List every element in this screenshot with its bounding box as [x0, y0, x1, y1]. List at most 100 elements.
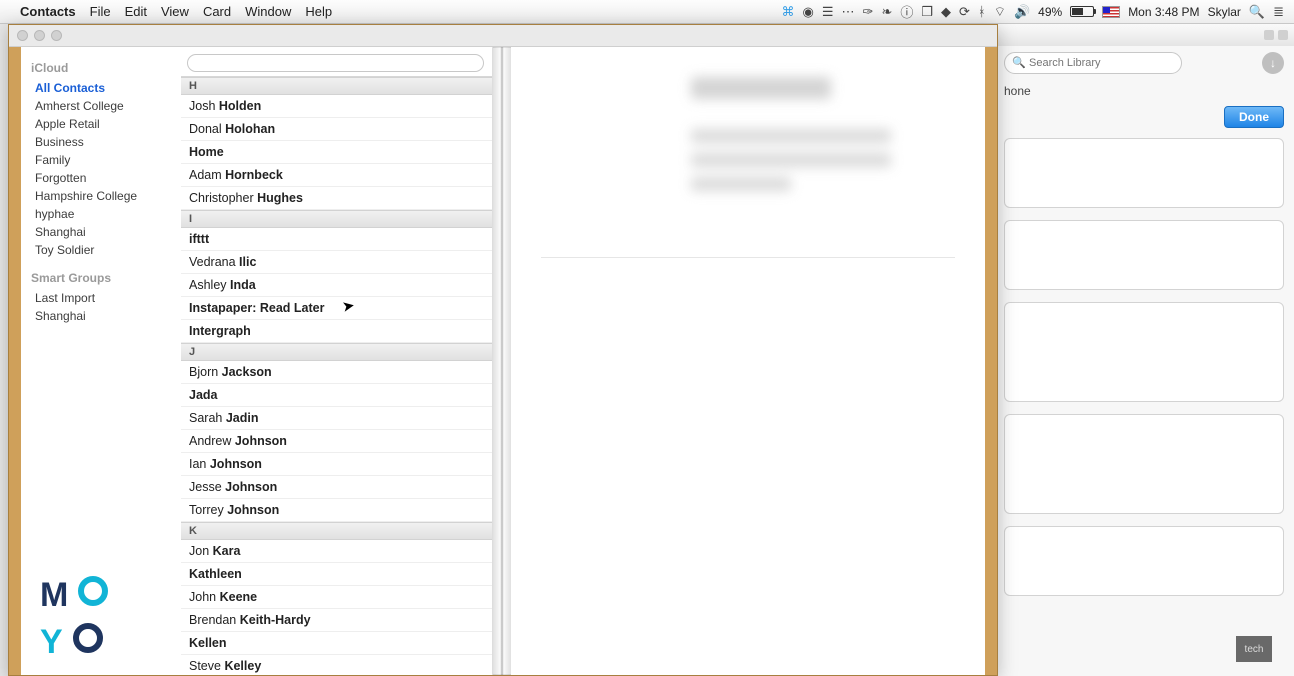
traffic-zoom-icon[interactable]: [51, 30, 62, 41]
contacts-search-input[interactable]: [187, 54, 484, 72]
menu-edit[interactable]: Edit: [125, 4, 147, 19]
bgwin-panel[interactable]: [1004, 414, 1284, 514]
done-button[interactable]: Done: [1224, 106, 1284, 128]
contact-first-name: John: [189, 590, 220, 604]
menubar-app-name[interactable]: Contacts: [20, 4, 76, 19]
notification-icon[interactable]: ☰: [822, 4, 834, 20]
sync-icon[interactable]: ⟳: [959, 4, 970, 20]
contact-row[interactable]: Kathleen: [181, 563, 492, 586]
contact-row[interactable]: Steve Kelley: [181, 655, 492, 675]
contact-last-name: Ilic: [239, 255, 256, 269]
bgwin-titlebar: [994, 24, 1294, 46]
menuextra-icon[interactable]: ⋯: [842, 4, 855, 20]
menu-window[interactable]: Window: [245, 4, 291, 19]
battery-percent[interactable]: 49%: [1038, 5, 1062, 19]
contact-row[interactable]: Torrey Johnson: [181, 499, 492, 522]
bgwin-panel[interactable]: [1004, 220, 1284, 290]
contact-first-name: Adam: [189, 168, 225, 182]
contact-first-name: Torrey: [189, 503, 227, 517]
contact-last-name: Johnson: [227, 503, 279, 517]
sidebar-group[interactable]: Hampshire College: [31, 187, 173, 205]
contact-row[interactable]: Jesse Johnson: [181, 476, 492, 499]
menu-view[interactable]: View: [161, 4, 189, 19]
menu-file[interactable]: File: [90, 4, 111, 19]
contact-first-name: Donal: [189, 122, 225, 136]
bgwin-phone-label: hone: [994, 80, 1294, 102]
bgwin-zoom-icon[interactable]: [1278, 30, 1288, 40]
contact-row[interactable]: John Keene: [181, 586, 492, 609]
diamond-icon[interactable]: ◆: [941, 4, 951, 20]
traffic-close-icon[interactable]: [17, 30, 28, 41]
menu-help[interactable]: Help: [305, 4, 332, 19]
bluetooth-icon[interactable]: ᚼ: [978, 4, 986, 19]
contact-row[interactable]: Kellen: [181, 632, 492, 655]
contact-last-name: Johnson: [235, 434, 287, 448]
contact-row[interactable]: ifttt: [181, 228, 492, 251]
contact-row[interactable]: Vedrana Ilic: [181, 251, 492, 274]
bgwin-panel[interactable]: [1004, 526, 1284, 596]
volume-icon[interactable]: 🔊: [1014, 4, 1030, 20]
contact-row[interactable]: Intergraph: [181, 320, 492, 343]
menubar-clock[interactable]: Mon 3:48 PM: [1128, 5, 1199, 19]
contact-row[interactable]: Donal Holohan: [181, 118, 492, 141]
contacts-titlebar[interactable]: [9, 25, 997, 47]
contact-row[interactable]: Brendan Keith-Hardy: [181, 609, 492, 632]
contact-last-name: Holden: [219, 99, 261, 113]
contact-row[interactable]: Christopher Hughes: [181, 187, 492, 210]
contact-first-name: Steve: [189, 659, 224, 673]
contact-first-name: Bjorn: [189, 365, 222, 379]
contact-first-name: Josh: [189, 99, 219, 113]
contact-row[interactable]: Home: [181, 141, 492, 164]
watermark-ring-icon: [78, 576, 108, 606]
sidebar-group[interactable]: Toy Soldier: [31, 241, 173, 259]
contact-first-name: Brendan: [189, 613, 240, 627]
sidebar-group[interactable]: Shanghai: [31, 223, 173, 241]
contact-row[interactable]: Bjorn Jackson: [181, 361, 492, 384]
elephant-icon[interactable]: ❧: [881, 4, 892, 20]
contact-row[interactable]: Instapaper: Read Later: [181, 297, 492, 320]
sidebar-smart-group[interactable]: Shanghai: [31, 307, 173, 325]
list-section-header: H: [181, 77, 492, 95]
notification-center-icon[interactable]: ≣: [1273, 4, 1284, 20]
contact-row[interactable]: Sarah Jadin: [181, 407, 492, 430]
list-section-header: I: [181, 210, 492, 228]
download-button[interactable]: ↓: [1262, 52, 1284, 74]
sidebar-group[interactable]: hyphae: [31, 205, 173, 223]
traffic-minimize-icon[interactable]: [34, 30, 45, 41]
battery-icon[interactable]: [1070, 6, 1094, 17]
sidebar-group[interactable]: Forgotten: [31, 169, 173, 187]
contact-row[interactable]: Andrew Johnson: [181, 430, 492, 453]
contact-last-name: Jackson: [222, 365, 272, 379]
contact-row[interactable]: Jon Kara: [181, 540, 492, 563]
bgwin-panel[interactable]: [1004, 302, 1284, 402]
contact-first-name: Ian: [189, 457, 210, 471]
contact-row[interactable]: Ashley Inda: [181, 274, 492, 297]
input-source-flag-icon[interactable]: [1102, 6, 1120, 18]
sidebar-group[interactable]: Apple Retail: [31, 115, 173, 133]
menubar-user[interactable]: Skylar: [1208, 5, 1241, 19]
sidebar-smart-group[interactable]: Last Import: [31, 289, 173, 307]
sidebar-group[interactable]: Amherst College: [31, 97, 173, 115]
contact-row[interactable]: Adam Hornbeck: [181, 164, 492, 187]
wifi-icon[interactable]: ⌔: [994, 4, 1006, 20]
contact-row[interactable]: Ian Johnson: [181, 453, 492, 476]
sidebar-group[interactable]: All Contacts: [31, 79, 173, 97]
spotlight-icon[interactable]: 🔍: [1249, 4, 1265, 20]
contact-row[interactable]: Josh Holden: [181, 95, 492, 118]
dropbox-icon[interactable]: ⌘: [782, 4, 795, 20]
bgwin-minimize-icon[interactable]: [1264, 30, 1274, 40]
library-search-input[interactable]: [1004, 52, 1182, 74]
info-icon[interactable]: ⓘ: [900, 2, 913, 21]
contact-last-name: Kara: [213, 544, 241, 558]
tag-icon[interactable]: ❒: [921, 4, 933, 20]
bgwin-panel[interactable]: [1004, 138, 1284, 208]
sidebar-group[interactable]: Business: [31, 133, 173, 151]
menu-card[interactable]: Card: [203, 4, 231, 19]
sidebar-group[interactable]: Family: [31, 151, 173, 169]
contact-first-name: Vedrana: [189, 255, 239, 269]
key-icon[interactable]: ✑: [863, 4, 874, 20]
evernote-icon[interactable]: ◉: [803, 4, 814, 20]
contact-row[interactable]: Jada: [181, 384, 492, 407]
contact-last-name: Intergraph: [189, 324, 251, 338]
contacts-list[interactable]: HJosh HoldenDonal HolohanHomeAdam Hornbe…: [181, 76, 492, 675]
